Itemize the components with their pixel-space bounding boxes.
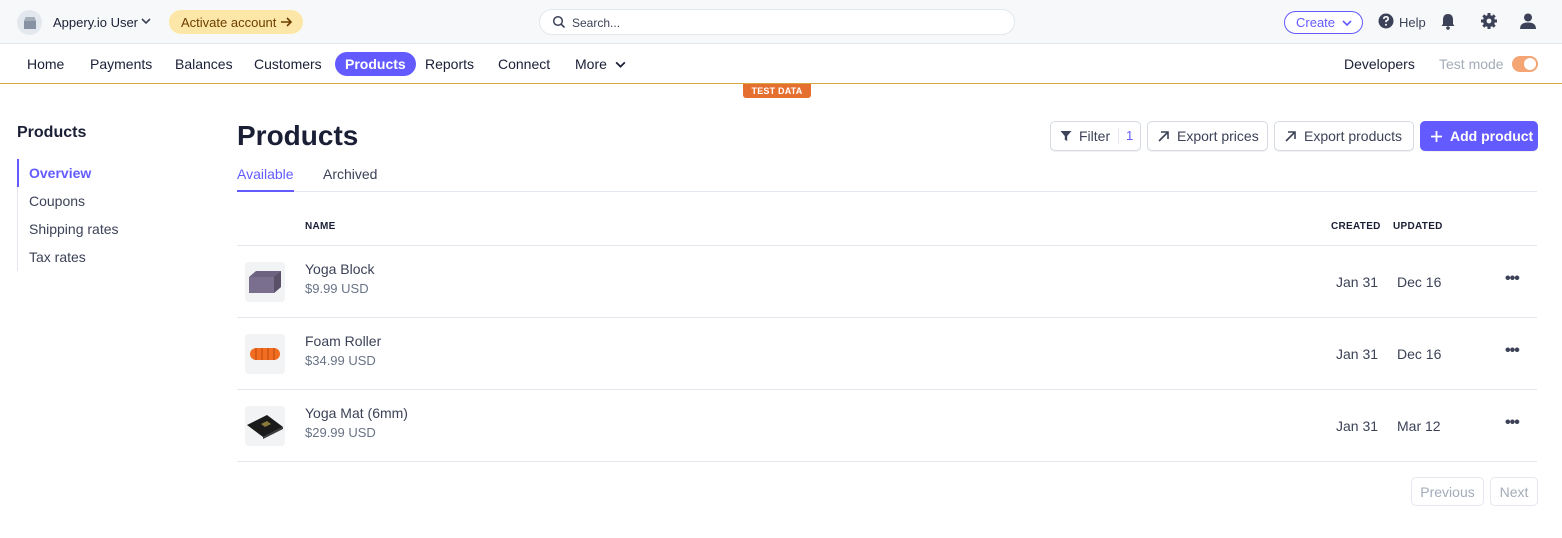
user-icon[interactable] [1519, 12, 1537, 35]
filter-divider [1118, 128, 1119, 144]
sidebar-title: Products [17, 124, 87, 141]
search-input[interactable]: Search... [539, 9, 1015, 35]
export-products-label: Export products [1304, 128, 1403, 144]
chevron-down-icon [614, 58, 627, 71]
help-label: Help [1399, 15, 1426, 30]
nav-more-label: More [575, 56, 607, 72]
nav-item-products[interactable]: Products [335, 52, 416, 76]
add-product-label: Add product [1450, 128, 1534, 144]
sidebar-item-coupons[interactable]: Coupons [18, 187, 197, 215]
chevron-down-icon [1341, 17, 1353, 32]
table-row[interactable]: Foam Roller $34.99 USD Jan 31 Dec 16 ••• [237, 318, 1537, 390]
nav-item-connect[interactable]: Connect [488, 52, 560, 76]
product-name[interactable]: Yoga Mat (6mm) [305, 405, 408, 421]
arrow-right-icon [279, 15, 293, 32]
table-row[interactable]: Yoga Mat (6mm) $29.99 USD Jan 31 Mar 12 … [237, 390, 1537, 462]
activate-account-label: Activate account [181, 14, 277, 30]
nav-item-customers[interactable]: Customers [244, 52, 332, 76]
export-prices-label: Export prices [1177, 128, 1259, 144]
nav-item-home[interactable]: Home [17, 52, 74, 76]
chevron-down-icon[interactable] [140, 14, 152, 32]
more-options-icon[interactable]: ••• [1505, 270, 1520, 288]
product-price: $29.99 USD [305, 425, 376, 440]
tab-available[interactable]: Available [237, 166, 294, 192]
sidebar-item-overview[interactable]: Overview [17, 159, 197, 187]
bell-icon[interactable] [1440, 13, 1456, 35]
more-options-icon[interactable]: ••• [1505, 414, 1520, 432]
updated-date: Mar 12 [1397, 418, 1441, 434]
arrow-up-right-icon [1157, 130, 1170, 143]
developers-link[interactable]: Developers [1344, 56, 1415, 72]
column-name[interactable]: NAME [305, 221, 336, 232]
search-placeholder: Search... [572, 16, 621, 30]
sidebar-list: Overview Coupons Shipping rates Tax rate… [17, 159, 197, 271]
create-label: Create [1296, 15, 1336, 30]
sidebar-item-shipping-rates[interactable]: Shipping rates [18, 215, 197, 243]
main-nav: Home Payments Balances Customers Product… [0, 44, 1562, 84]
table-header: NAME CREATED UPDATED [237, 217, 1537, 246]
store-icon[interactable] [17, 10, 42, 35]
test-mode-toggle[interactable] [1512, 56, 1538, 72]
toggle-knob [1524, 58, 1536, 70]
more-options-icon[interactable]: ••• [1505, 342, 1520, 360]
test-mode-label: Test mode [1439, 56, 1504, 72]
created-date: Jan 31 [1336, 274, 1379, 290]
plus-icon [1430, 130, 1443, 143]
column-updated[interactable]: UPDATED [1393, 221, 1443, 232]
product-price: $34.99 USD [305, 353, 376, 368]
product-tabs: Available Archived [237, 166, 1537, 192]
product-name[interactable]: Yoga Block [305, 261, 375, 277]
product-name[interactable]: Foam Roller [305, 333, 381, 349]
export-products-button[interactable]: Export products [1274, 121, 1414, 151]
filter-label: Filter [1079, 128, 1111, 144]
activate-account-button[interactable]: Activate account [169, 10, 303, 34]
nav-item-payments[interactable]: Payments [80, 52, 162, 76]
sidebar-item-tax-rates[interactable]: Tax rates [18, 243, 197, 271]
previous-page-button[interactable]: Previous [1411, 477, 1484, 506]
column-created[interactable]: CREATED [1331, 221, 1381, 232]
create-button[interactable]: Create [1284, 11, 1363, 34]
nav-item-balances[interactable]: Balances [165, 52, 243, 76]
search-icon [552, 15, 566, 34]
nav-item-reports[interactable]: Reports [415, 52, 484, 76]
filter-button[interactable]: Filter 1 [1050, 121, 1141, 151]
export-prices-button[interactable]: Export prices [1147, 121, 1268, 151]
nav-item-more[interactable]: More [565, 52, 637, 76]
yoga-mat-thumbnail [245, 406, 285, 446]
account-name[interactable]: Appery.io User [53, 15, 138, 30]
arrow-up-right-icon [1284, 130, 1297, 143]
add-product-button[interactable]: Add product [1420, 121, 1538, 151]
page-title: Products [237, 120, 359, 151]
help-icon [1378, 13, 1394, 32]
help-button[interactable]: Help [1378, 13, 1426, 32]
test-data-badge: TEST DATA [743, 84, 811, 98]
created-date: Jan 31 [1336, 346, 1379, 362]
tab-archived[interactable]: Archived [323, 166, 377, 192]
table-row[interactable]: Yoga Block $9.99 USD Jan 31 Dec 16 ••• [237, 246, 1537, 318]
gear-icon[interactable] [1480, 12, 1498, 35]
updated-date: Dec 16 [1397, 274, 1442, 290]
top-bar: Appery.io User Activate account Search..… [0, 0, 1562, 44]
created-date: Jan 31 [1336, 418, 1379, 434]
filter-count: 1 [1126, 128, 1134, 143]
filter-icon [1060, 130, 1072, 142]
foam-roller-thumbnail [245, 334, 285, 374]
updated-date: Dec 16 [1397, 346, 1442, 362]
product-price: $9.99 USD [305, 281, 369, 296]
next-page-button[interactable]: Next [1490, 477, 1538, 506]
yoga-block-thumbnail [245, 262, 285, 302]
